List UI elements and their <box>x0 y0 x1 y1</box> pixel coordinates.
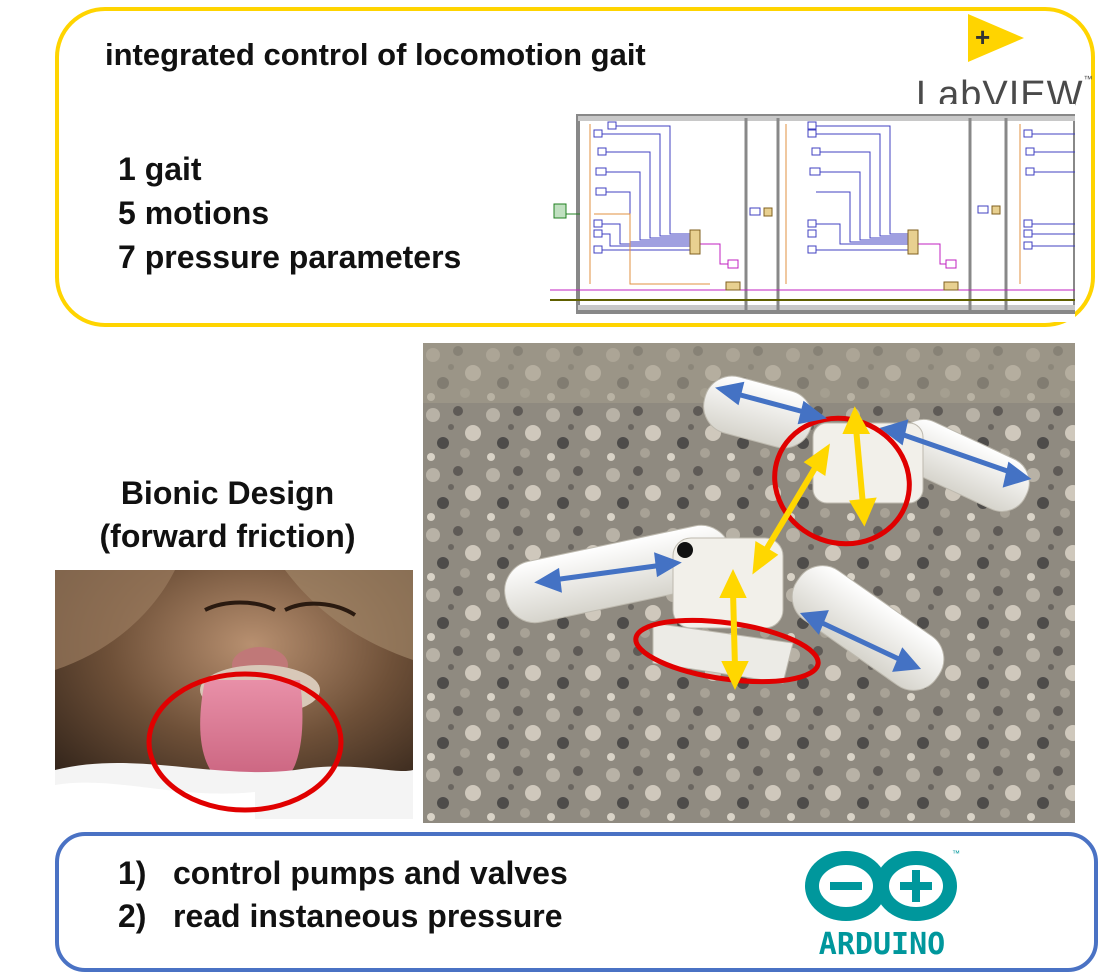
task-control-pumps: control pumps and valves <box>173 855 568 891</box>
arduino-logo-text: ARDUINO <box>819 927 945 962</box>
bionic-design-subtitle: (forward friction) <box>99 518 356 554</box>
arduino-task-item: 1) control pumps and valves <box>118 855 568 891</box>
labview-panel-title: integrated control of locomotion gait <box>105 37 646 72</box>
pressure-parameter-count: 7 pressure parameters <box>118 239 462 275</box>
bionic-design-label: Bionic Design (forward friction) <box>60 472 395 558</box>
gait-count: 1 gait <box>118 151 202 187</box>
soft-robot-photo <box>423 343 1075 823</box>
labview-block-diagram <box>550 104 1075 322</box>
arduino-logo: ARDUINO ™ <box>805 849 960 962</box>
minus-icon <box>830 882 862 890</box>
bionic-design-title: Bionic Design <box>120 475 335 511</box>
gait-summary-list: 1 gait 5 motions 7 pressure parameters <box>118 147 461 279</box>
svg-text:™: ™ <box>952 849 960 858</box>
task-read-pressure: read instaneous pressure <box>173 898 563 934</box>
motion-count: 5 motions <box>118 195 270 231</box>
plus-icon: + <box>975 22 991 52</box>
cat-tongue-photo <box>55 570 413 819</box>
arduino-task-item: 2) read instaneous pressure <box>118 898 563 934</box>
arduino-task-list: 1) control pumps and valves 2) read instan… <box>118 852 568 938</box>
labview-logo: + LabVIEW™ <box>910 12 1093 116</box>
